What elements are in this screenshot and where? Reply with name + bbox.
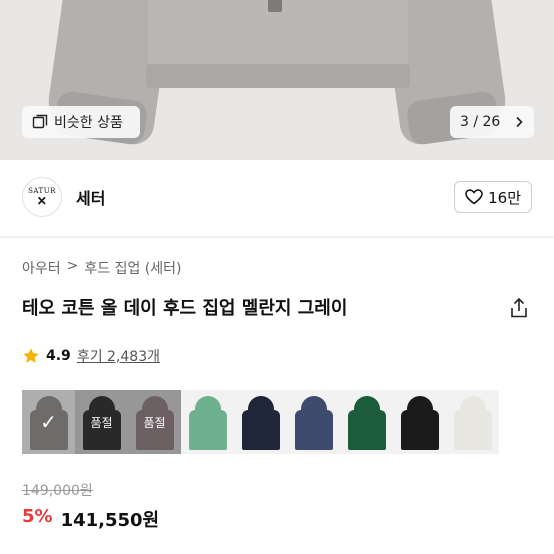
color-swatch[interactable] [287, 390, 340, 454]
image-counter: 3 / 26 [460, 114, 501, 130]
color-swatch[interactable] [234, 390, 287, 454]
like-count: 16만 [488, 188, 521, 207]
price-row: 5% 141,550원 [22, 506, 159, 532]
color-swatch[interactable] [181, 390, 234, 454]
color-swatch[interactable] [393, 390, 446, 454]
color-swatch[interactable]: 품절 [128, 390, 181, 454]
chevron-right-icon [516, 116, 523, 128]
breadcrumb-category[interactable]: 아우터 [22, 258, 61, 278]
color-swatch-list: ✓ 품절 품절 [22, 390, 499, 454]
breadcrumb-subcategory[interactable]: 후드 집업 (세터) [84, 258, 181, 278]
color-swatch[interactable] [340, 390, 393, 454]
color-swatch[interactable]: 품절 [75, 390, 128, 454]
product-image-carousel[interactable]: 비슷한 상품 3 / 26 [0, 0, 554, 160]
swatch-body [401, 410, 439, 450]
rating-summary: 4.9 후기 2,483개 [22, 346, 160, 366]
rating-score: 4.9 [46, 348, 71, 364]
brand-logo[interactable]: SATUR ✕ [22, 177, 62, 217]
section-divider [0, 236, 554, 238]
reviews-link[interactable]: 후기 2,483개 [77, 346, 160, 366]
swatch-body [242, 410, 280, 450]
color-swatch[interactable]: ✓ [22, 390, 75, 454]
swatch-body [454, 410, 492, 450]
similar-products-label: 비슷한 상품 [54, 115, 123, 131]
similar-products-button[interactable]: 비슷한 상품 [22, 106, 140, 138]
brand-name[interactable]: 세터 [76, 185, 105, 209]
brand-row: SATUR ✕ 세터 16만 [0, 172, 554, 222]
image-counter-button[interactable]: 3 / 26 [450, 106, 534, 138]
swatch-body [348, 410, 386, 450]
color-swatch[interactable] [446, 390, 499, 454]
share-icon[interactable] [508, 297, 530, 319]
hoodie-zipper [268, 0, 282, 12]
soldout-label: 품절 [75, 390, 128, 454]
brand-logo-mark-icon: ✕ [36, 194, 48, 208]
breadcrumb-separator: > [66, 258, 79, 274]
hoodie-waistband [146, 64, 410, 88]
product-title: 테오 코튼 올 데이 후드 집업 멜란지 그레이 [22, 298, 348, 319]
final-price: 141,550원 [60, 510, 160, 531]
swatch-body [189, 410, 227, 450]
similar-products-icon [32, 114, 48, 129]
discount-rate: 5% [22, 506, 53, 527]
selected-check-icon: ✓ [22, 390, 75, 454]
swatch-body [295, 410, 333, 450]
heart-icon [465, 189, 483, 205]
star-icon [23, 348, 39, 363]
like-button[interactable]: 16만 [454, 181, 532, 213]
soldout-label: 품절 [128, 390, 181, 454]
original-price: 149,000원 [22, 483, 93, 499]
breadcrumb: 아우터 > 후드 집업 (세터) [22, 258, 181, 278]
